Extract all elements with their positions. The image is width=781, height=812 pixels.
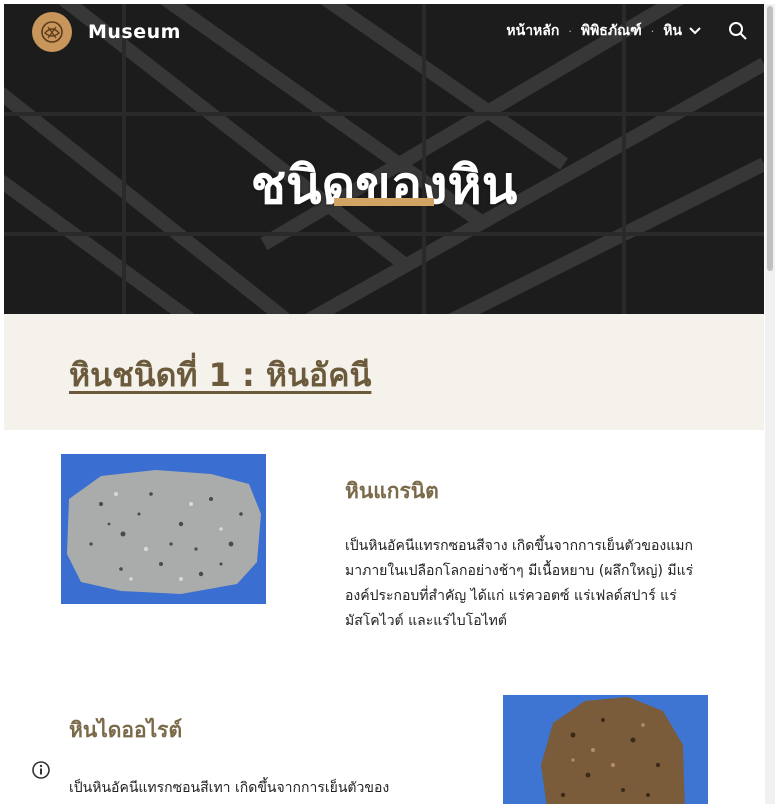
page-frame: Museum หน้าหลัก · พิพิธภัณฑ์ · หิน ชนิดข… <box>4 4 764 804</box>
section-header-band: หินชนิดที่ 1 : หินอัคนี <box>4 314 764 430</box>
rock-description-granite: เป็นหินอัคนีแทรกซอนสีจาง เกิดขึ้นจากการเ… <box>345 538 694 629</box>
rock-title-granite: หินแกรนิต <box>345 479 439 503</box>
page-title: ชนิดของหิน <box>250 155 518 216</box>
granite-photo <box>61 454 266 604</box>
top-navigation: หน้าหลัก · พิพิธภัณฑ์ · หิน <box>506 20 748 42</box>
section-heading[interactable]: หินชนิดที่ 1 : หินอัคนี <box>69 350 371 401</box>
chevron-down-icon[interactable] <box>688 26 702 36</box>
diorite-photo <box>503 695 708 804</box>
hero-banner: Museum หน้าหลัก · พิพิธภัณฑ์ · หิน ชนิดข… <box>4 4 764 314</box>
scrollbar-thumb[interactable] <box>767 6 773 271</box>
museum-logo-icon[interactable] <box>32 12 72 52</box>
rock-description-diorite: เป็นหินอัคนีแทรกซอนสีเทา เกิดขึ้นจากการเ… <box>69 780 390 796</box>
nav-separator: · <box>568 24 572 38</box>
info-icon[interactable] <box>31 760 51 780</box>
nav-separator: · <box>650 24 655 38</box>
search-icon[interactable] <box>728 21 748 41</box>
rock-title-diorite: หินไดออไรต์ <box>69 718 183 742</box>
nav-item-rocks[interactable]: หิน <box>663 20 682 42</box>
nav-item-home[interactable]: หน้าหลัก <box>506 20 559 42</box>
title-accent-divider <box>334 198 434 206</box>
site-name[interactable]: Museum <box>88 21 181 43</box>
page-scrollbar[interactable] <box>765 4 775 804</box>
site-brand[interactable]: Museum <box>32 12 181 52</box>
nav-item-museum[interactable]: พิพิธภัณฑ์ <box>581 20 642 42</box>
